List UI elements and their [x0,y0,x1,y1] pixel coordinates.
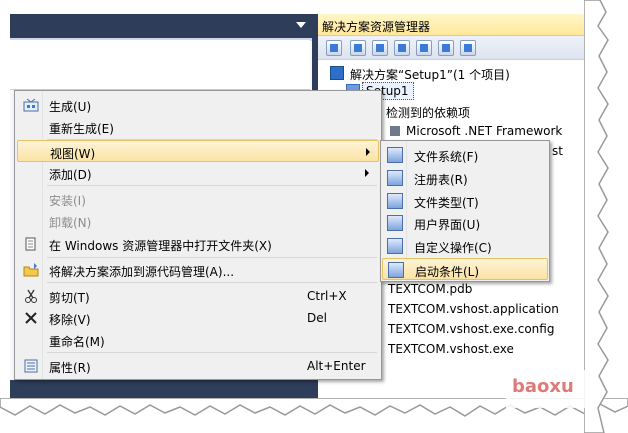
submenu-item-label: 注册表(R) [414,173,468,187]
submenu-arrow-icon [365,169,369,177]
tree-dependencies-node[interactable]: 检测到的依赖项 [386,104,470,121]
file-types-editor-toolbar-icon[interactable] [394,40,410,56]
menu-item-label: 剪切(T) [49,291,90,305]
submenu-item-file-types[interactable]: 文件类型(T) [382,190,548,212]
tree-file-node[interactable]: TEXTCOM.vshost.exe.config [388,322,554,336]
open-folder-icon [25,237,36,251]
menu-item-remove[interactable]: 移除(V) Del [17,307,379,329]
solution-icon [330,66,344,80]
menu-item-label: 添加(D) [49,168,92,182]
submenu-item-launch-conditions[interactable]: 启动条件(L) [382,258,548,280]
reference-icon [390,126,400,136]
submenu-item-label: 自定义操作(C) [414,241,492,255]
menu-item-shortcut: Alt+Enter [307,359,366,373]
custom-actions-editor-toolbar-icon[interactable] [438,40,454,56]
menu-item-properties[interactable]: 属性(R) Alt+Enter [17,355,379,377]
menu-item-label: 卸载(N) [49,216,92,230]
watermark-logo: baoxu [506,370,592,408]
menu-item-label: 属性(R) [49,361,91,375]
delete-icon [25,312,37,324]
file-types-icon [387,193,403,209]
menu-separator [47,257,377,258]
torn-paper-right-edge [584,0,609,433]
registry-editor-toolbar-icon[interactable] [372,40,388,56]
menu-item-label: 在 Windows 资源管理器中打开文件夹(X) [49,239,272,253]
submenu-item-user-interface[interactable]: 用户界面(U) [382,212,548,234]
menu-item-rename[interactable]: 重命名(M) [17,329,379,351]
tab-dropdown-icon[interactable] [296,22,306,28]
launch-conditions-editor-toolbar-icon[interactable] [460,40,476,56]
file-system-icon [387,147,403,163]
solution-explorer-title: 解决方案资源管理器 [318,14,584,36]
menu-separator [47,282,377,283]
screenshot-frame: 解决方案资源管理器 解决方案“Setup1”(1 个项目) Setup1 检测到… [0,0,628,433]
build-icon [23,98,39,112]
user-interface-icon [387,215,403,231]
menu-item-label: 视图(W) [50,147,96,161]
submenu-item-file-system[interactable]: 文件系统(F) [382,144,548,166]
file-system-editor-toolbar-icon[interactable] [350,40,366,56]
submenu-item-label: 文件系统(F) [414,150,479,164]
submenu-item-label: 文件类型(T) [414,196,479,210]
tree-hidden-node-tail: st [552,144,563,158]
tree-file-node[interactable]: TEXTCOM.vshost.exe [388,342,514,356]
submenu-item-label: 启动条件(L) [415,265,480,279]
tree-file-node[interactable]: TEXTCOM.pdb [388,282,472,296]
menu-item-label: 重命名(M) [49,335,105,349]
menu-item-label: 将解决方案添加到源代码管理(A)... [49,265,235,279]
submenu-item-custom-actions[interactable]: 自定义操作(C) [382,235,548,257]
menu-item-shortcut: Ctrl+X [307,289,347,303]
document-tab-strip [10,14,316,38]
custom-actions-icon [387,238,403,254]
tree-solution-node[interactable]: 解决方案“Setup1”(1 个项目) [350,66,510,83]
menu-item-shortcut: Del [307,311,327,325]
menu-item-view[interactable]: 视图(W) [17,140,379,162]
menu-item-add-to-source-control[interactable]: 将解决方案添加到源代码管理(A)... [17,259,379,281]
menu-item-cut[interactable]: 剪切(T) Ctrl+X [17,285,379,307]
menu-item-label: 生成(U) [49,100,92,114]
registry-icon [387,170,403,186]
tree-file-node[interactable]: TEXTCOM.vshost.application [388,302,559,316]
submenu-item-registry[interactable]: 注册表(R) [382,167,548,189]
source-control-icon [23,263,39,277]
menu-item-label: 重新生成(E) [49,122,114,136]
menu-item-label: 移除(V) [49,313,91,327]
properties-icon [24,359,38,373]
properties-toolbar-icon[interactable] [326,40,342,56]
editor-pane[interactable] [10,40,310,90]
menu-item-uninstall: 卸载(N) [17,210,379,232]
menu-item-rebuild[interactable]: 重新生成(E) [17,116,379,138]
menu-separator [47,185,377,186]
launch-conditions-icon [388,262,404,278]
bottom-panel-strip [10,380,316,400]
menu-item-install: 安装(I) [17,188,379,210]
menu-item-label: 安装(I) [49,194,86,208]
submenu-arrow-icon [366,148,370,156]
menu-item-open-in-explorer[interactable]: 在 Windows 资源管理器中打开文件夹(X) [17,233,379,255]
user-interface-editor-toolbar-icon[interactable] [416,40,432,56]
menu-item-add[interactable]: 添加(D) [17,162,379,184]
menu-separator [47,352,377,353]
menu-item-build[interactable]: 生成(U) [17,94,379,116]
submenu-item-label: 用户界面(U) [414,218,481,232]
tree-framework-node[interactable]: Microsoft .NET Framework [406,124,562,138]
scissors-icon [25,289,37,303]
